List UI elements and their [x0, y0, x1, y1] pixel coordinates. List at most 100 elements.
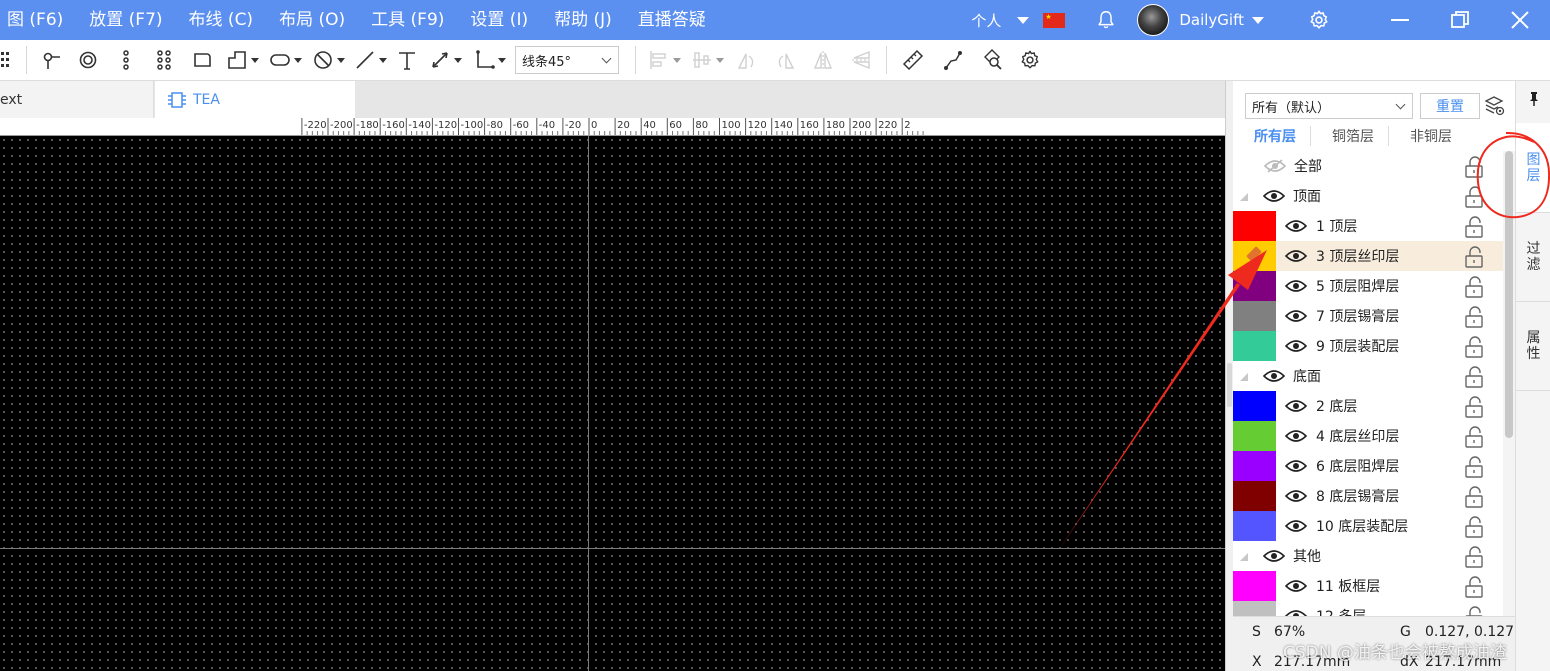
settings-button[interactable] [1264, 0, 1370, 40]
eye-icon[interactable] [1285, 579, 1307, 593]
tab-layers[interactable]: 图层 [1516, 123, 1550, 213]
eye-icon[interactable] [1285, 339, 1307, 353]
unlock-icon[interactable] [1463, 515, 1485, 539]
polygon-button[interactable] [221, 40, 263, 81]
unlock-icon[interactable] [1463, 575, 1485, 599]
personal-dropdown[interactable]: 个人 [971, 0, 1030, 40]
subtab-2[interactable]: 非铜层 [1389, 126, 1466, 146]
menu-item[interactable]: 工具 (F9) [358, 0, 457, 40]
menu-item[interactable]: 设置 (I) [457, 0, 541, 40]
unlock-icon[interactable] [1463, 185, 1485, 209]
distribute-button[interactable] [686, 40, 728, 81]
expand-triangle-icon[interactable] [1240, 193, 1248, 201]
layer-color-swatch[interactable] [1233, 511, 1276, 541]
eye-icon[interactable] [1285, 249, 1307, 263]
tab-properties[interactable]: 属性 [1516, 302, 1550, 391]
hole-button[interactable] [307, 40, 349, 81]
dimension-button[interactable] [423, 40, 467, 81]
measure-button[interactable] [893, 40, 933, 81]
route-button[interactable] [933, 40, 973, 81]
eye-icon[interactable] [1285, 309, 1307, 323]
menu-item[interactable]: 图 (F6) [0, 0, 76, 40]
layer-color-swatch[interactable] [1233, 391, 1276, 421]
maximize-button[interactable] [1430, 0, 1490, 40]
layer-row[interactable]: 9 顶层装配层 [1233, 331, 1503, 361]
user-menu[interactable]: DailyGift [1137, 0, 1264, 40]
eye-icon[interactable] [1285, 519, 1307, 533]
ellipse-button[interactable] [263, 40, 307, 81]
eye-icon[interactable] [1263, 549, 1285, 563]
layer-preset-select[interactable]: 所有（默认） [1245, 93, 1413, 119]
trace-mode-select[interactable]: 线条45° [515, 46, 619, 74]
layer-color-swatch[interactable] [1233, 331, 1276, 361]
tab-tea[interactable]: TEA [155, 81, 355, 118]
copper-area-button[interactable] [183, 40, 221, 81]
unlock-icon[interactable] [1463, 365, 1485, 389]
eye-icon[interactable] [1285, 609, 1307, 616]
text-button[interactable] [391, 40, 423, 81]
menu-item[interactable]: 放置 (F7) [76, 0, 175, 40]
expand-triangle-icon[interactable] [1240, 373, 1248, 381]
eye-icon[interactable] [1285, 459, 1307, 473]
pcb-canvas[interactable] [0, 136, 1225, 671]
unlock-icon[interactable] [1463, 605, 1485, 616]
layer-row[interactable]: 8 底层锡膏层 [1233, 481, 1503, 511]
menu-item[interactable]: 布局 (O) [266, 0, 358, 40]
layer-row[interactable]: 3 顶层丝印层 [1233, 241, 1503, 271]
rotate-right-button[interactable] [766, 40, 804, 81]
unlock-icon[interactable] [1463, 305, 1485, 329]
unlock-icon[interactable] [1463, 215, 1485, 239]
layer-row[interactable]: 其他 [1233, 541, 1503, 571]
splitter-handle[interactable] [1227, 363, 1232, 407]
angle-button[interactable] [467, 40, 511, 81]
eye-icon[interactable] [1263, 189, 1285, 203]
eye-hidden-icon[interactable] [1264, 159, 1286, 173]
pad-array-button[interactable] [145, 40, 183, 81]
close-button[interactable] [1490, 0, 1550, 40]
minimize-button[interactable] [1370, 0, 1430, 40]
tab-previous[interactable]: ext [0, 81, 154, 118]
pin-icon[interactable] [1527, 91, 1541, 107]
line-button[interactable] [349, 40, 391, 81]
eye-icon[interactable] [1263, 369, 1285, 383]
layer-color-swatch[interactable] [1233, 421, 1276, 451]
layer-color-swatch[interactable] [1233, 301, 1276, 331]
subtab-1[interactable]: 铜箔层 [1311, 126, 1389, 146]
menu-item[interactable]: 布线 (C) [176, 0, 267, 40]
eye-icon[interactable] [1285, 279, 1307, 293]
unlock-icon[interactable] [1463, 245, 1485, 269]
eye-icon[interactable] [1285, 399, 1307, 413]
align-button[interactable] [642, 40, 686, 81]
inspect-button[interactable] [973, 40, 1011, 81]
layer-row[interactable]: 全部 [1233, 151, 1503, 181]
unlock-icon[interactable] [1463, 545, 1485, 569]
track-button[interactable] [33, 40, 69, 81]
unlock-icon[interactable] [1463, 395, 1485, 419]
layer-color-swatch[interactable] [1233, 451, 1276, 481]
layer-row[interactable]: 底面 [1233, 361, 1503, 391]
layer-color-swatch[interactable] [1233, 481, 1276, 511]
expand-triangle-icon[interactable] [1240, 553, 1248, 561]
layer-color-swatch[interactable] [1233, 211, 1276, 241]
via-button[interactable] [69, 40, 107, 81]
pad-button[interactable] [107, 40, 145, 81]
panel-splitter[interactable] [1225, 81, 1233, 671]
layer-row[interactable]: 2 底层 [1233, 391, 1503, 421]
unlock-icon[interactable] [1463, 455, 1485, 479]
eye-icon[interactable] [1285, 489, 1307, 503]
flip-horizontal-button[interactable] [804, 40, 842, 81]
menu-item[interactable]: 直播答疑 [625, 0, 719, 40]
layer-color-swatch[interactable] [1233, 571, 1276, 601]
toolbar-settings-button[interactable] [1011, 40, 1049, 81]
menu-item[interactable]: 帮助 (J) [541, 0, 625, 40]
layer-color-swatch[interactable] [1233, 271, 1276, 301]
unlock-icon[interactable] [1463, 485, 1485, 509]
layer-color-swatch[interactable] [1233, 241, 1276, 271]
layer-row[interactable]: 顶面 [1233, 181, 1503, 211]
notifications-button[interactable] [1095, 0, 1137, 40]
layer-row[interactable]: 11 板框层 [1233, 571, 1503, 601]
unlock-icon[interactable] [1463, 425, 1485, 449]
layer-color-swatch[interactable] [1233, 601, 1276, 616]
unlock-icon[interactable] [1463, 335, 1485, 359]
layer-settings-icon[interactable] [1484, 95, 1506, 117]
